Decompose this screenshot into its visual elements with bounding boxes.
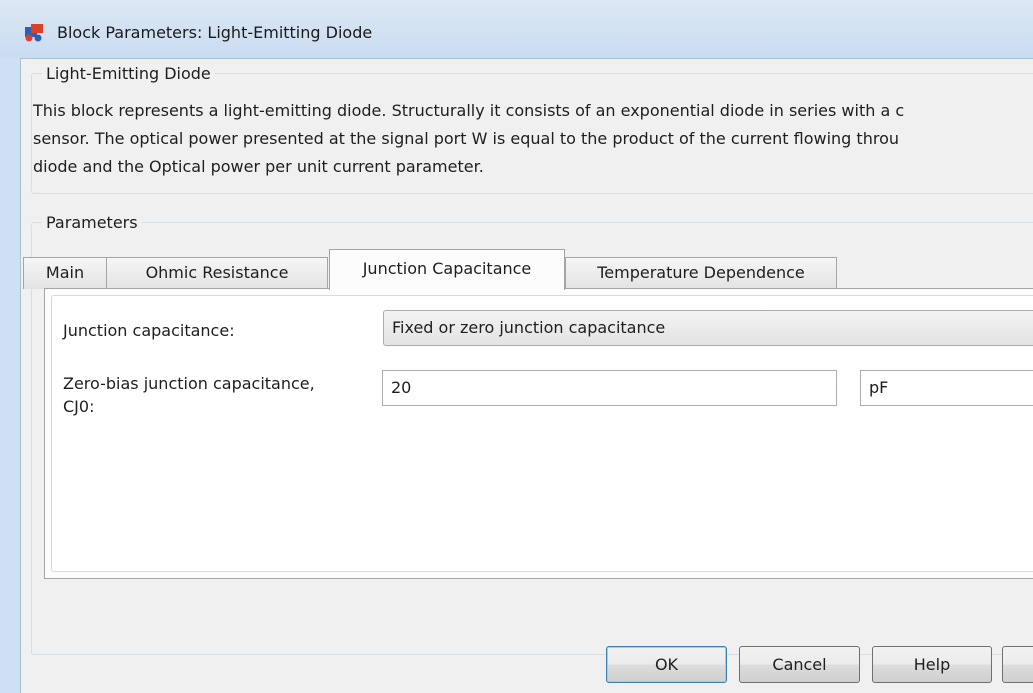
window-title: Block Parameters: Light-Emitting Diode <box>57 23 373 42</box>
apply-button[interactable] <box>1002 646 1033 683</box>
help-button[interactable]: Help <box>872 646 992 683</box>
cj0-value-field[interactable]: 20 <box>382 370 837 406</box>
title-bar[interactable]: Block Parameters: Light-Emitting Diode <box>0 0 1033 59</box>
tab-main[interactable]: Main <box>23 257 107 289</box>
tab-temperature-dependence[interactable]: Temperature Dependence <box>565 257 837 289</box>
window-frame <box>0 58 21 693</box>
cj0-label: Zero-bias junction capacitance, CJ0: <box>63 374 315 416</box>
description-text: This block represents a light-emitting d… <box>33 101 905 176</box>
dialog-window: Block Parameters: Light-Emitting Diode L… <box>0 0 1033 693</box>
simulink-block-icon <box>24 24 44 42</box>
cj0-unit-field[interactable]: pF <box>860 370 1033 406</box>
description-heading: Light-Emitting Diode <box>46 64 211 83</box>
parameters-heading: Parameters <box>46 213 138 232</box>
cancel-button[interactable]: Cancel <box>739 646 860 683</box>
tab-ohmic-resistance[interactable]: Ohmic Resistance <box>106 257 328 289</box>
junction-capacitance-select[interactable]: Fixed or zero junction capacitance <box>383 310 1033 346</box>
ok-button[interactable]: OK <box>606 646 727 683</box>
junction-capacitance-label: Junction capacitance: <box>63 321 235 340</box>
tab-junction-capacitance[interactable]: Junction Capacitance <box>329 249 565 290</box>
